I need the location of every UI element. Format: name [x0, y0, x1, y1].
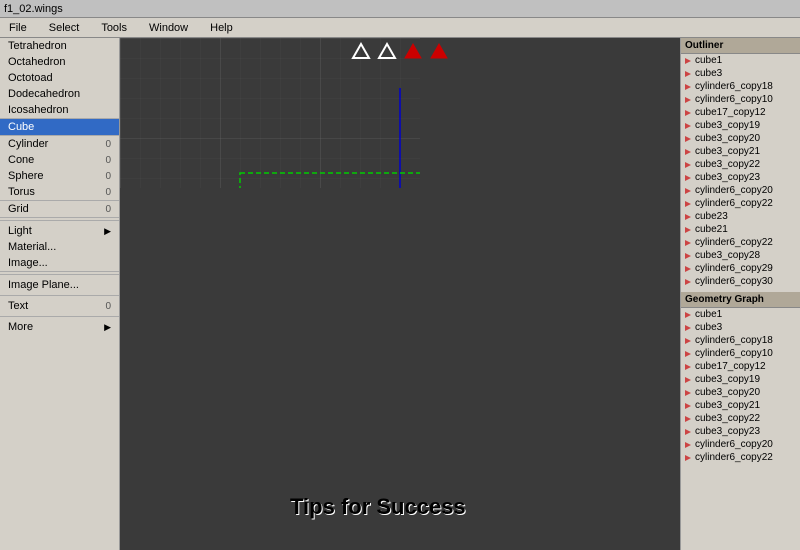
menu-tetrahedron[interactable]: Tetrahedron	[0, 38, 119, 54]
outliner-item[interactable]: cube3_copy20	[681, 132, 800, 145]
menu-cube[interactable]: Cube	[0, 119, 119, 135]
geo-graph-item[interactable]: cube3_copy19	[681, 373, 800, 386]
menu-sphere[interactable]: Sphere0	[0, 168, 119, 184]
geo-graph-item[interactable]: cube3	[681, 321, 800, 334]
outliner-item[interactable]: cylinder6_copy22	[681, 197, 800, 210]
menu-more[interactable]: More▶	[0, 319, 119, 335]
outliner-item[interactable]: cube3_copy21	[681, 145, 800, 158]
menu-octahedron[interactable]: Octahedron	[0, 54, 119, 70]
geo-graph-item[interactable]: cube3_copy23	[681, 425, 800, 438]
menu-tools[interactable]: Tools	[96, 20, 132, 36]
menu-light[interactable]: Light▶	[0, 223, 119, 239]
menu-help[interactable]: Help	[205, 20, 238, 36]
geometry-graph-header: Geometry Graph	[681, 292, 800, 308]
outliner-item[interactable]: cube3_copy28	[681, 249, 800, 262]
outliner-item[interactable]: cube3_copy22	[681, 158, 800, 171]
light-section: Light▶ Material... Image...	[0, 223, 119, 272]
title-text: f1_02.wings	[4, 3, 63, 15]
left-panel: Tetrahedron Octahedron Octotoad Dodecahe…	[0, 38, 120, 550]
menu-text[interactable]: Text0	[0, 298, 119, 314]
outliner-item[interactable]: cylinder6_copy18	[681, 80, 800, 93]
outliner-item[interactable]: cube1	[681, 54, 800, 67]
menu-cone[interactable]: Cone0	[0, 152, 119, 168]
menubar: File Select Tools Window Help	[0, 18, 800, 38]
menu-window[interactable]: Window	[144, 20, 193, 36]
outliner-item[interactable]: cube3	[681, 67, 800, 80]
geo-graph-item[interactable]: cube3_copy22	[681, 412, 800, 425]
grid-section: Grid0	[0, 201, 119, 218]
outliner-item[interactable]: cylinder6_copy22	[681, 236, 800, 249]
geo-graph-item[interactable]: cube1	[681, 308, 800, 321]
outliner-header: Outliner	[681, 38, 800, 54]
menu-octotoad[interactable]: Octotoad	[0, 70, 119, 86]
geo-graph-item[interactable]: cube3_copy21	[681, 399, 800, 412]
outliner-item[interactable]: cube23	[681, 210, 800, 223]
outliner-item[interactable]: cube21	[681, 223, 800, 236]
outliner-item[interactable]: cube3_copy19	[681, 119, 800, 132]
nav-icon-1[interactable]	[351, 42, 371, 62]
outliner-item[interactable]: cylinder6_copy29	[681, 262, 800, 275]
geo-graph-item[interactable]: cube3_copy20	[681, 386, 800, 399]
nav-icon-3[interactable]	[403, 42, 423, 62]
menu-image-plane[interactable]: Image Plane...	[0, 277, 119, 293]
menu-dodecahedron[interactable]: Dodecahedron	[0, 86, 119, 102]
menu-select[interactable]: Select	[44, 20, 85, 36]
menu-grid[interactable]: Grid0	[0, 201, 119, 217]
geo-graph-item[interactable]: cylinder6_copy22	[681, 451, 800, 464]
geo-graph-item[interactable]: cube17_copy12	[681, 360, 800, 373]
menu-material[interactable]: Material...	[0, 239, 119, 255]
right-panel: Outliner cube1 cube3 cylinder6_copy18 cy…	[680, 38, 800, 550]
outliner-item[interactable]: cube3_copy23	[681, 171, 800, 184]
outliner-item[interactable]: cylinder6_copy30	[681, 275, 800, 288]
geo-graph-item[interactable]: cylinder6_copy20	[681, 438, 800, 451]
outliner-item[interactable]: cylinder6_copy10	[681, 93, 800, 106]
menu-icosahedron[interactable]: Icosahedron	[0, 102, 119, 118]
tips-text: Tips for Success	[290, 494, 466, 520]
outliner-item[interactable]: cylinder6_copy20	[681, 184, 800, 197]
shapes-section: Cylinder0 Cone0 Sphere0 Torus0	[0, 136, 119, 201]
cube-section: Cube	[0, 119, 119, 136]
titlebar: f1_02.wings	[0, 0, 800, 18]
primitives-section: Tetrahedron Octahedron Octotoad Dodecahe…	[0, 38, 119, 119]
viewport-toolbar	[351, 42, 449, 62]
menu-torus[interactable]: Torus0	[0, 184, 119, 200]
outliner-item[interactable]: cube17_copy12	[681, 106, 800, 119]
nav-icon-2[interactable]	[377, 42, 397, 62]
nav-icon-4[interactable]	[429, 42, 449, 62]
geo-graph-item[interactable]: cylinder6_copy10	[681, 347, 800, 360]
geo-graph-item[interactable]: cylinder6_copy18	[681, 334, 800, 347]
viewport[interactable]: Tips for Success	[120, 38, 680, 550]
main-area: Tetrahedron Octahedron Octotoad Dodecahe…	[0, 38, 800, 550]
menu-cylinder[interactable]: Cylinder0	[0, 136, 119, 152]
menu-image[interactable]: Image...	[0, 255, 119, 271]
menu-file[interactable]: File	[4, 20, 32, 36]
